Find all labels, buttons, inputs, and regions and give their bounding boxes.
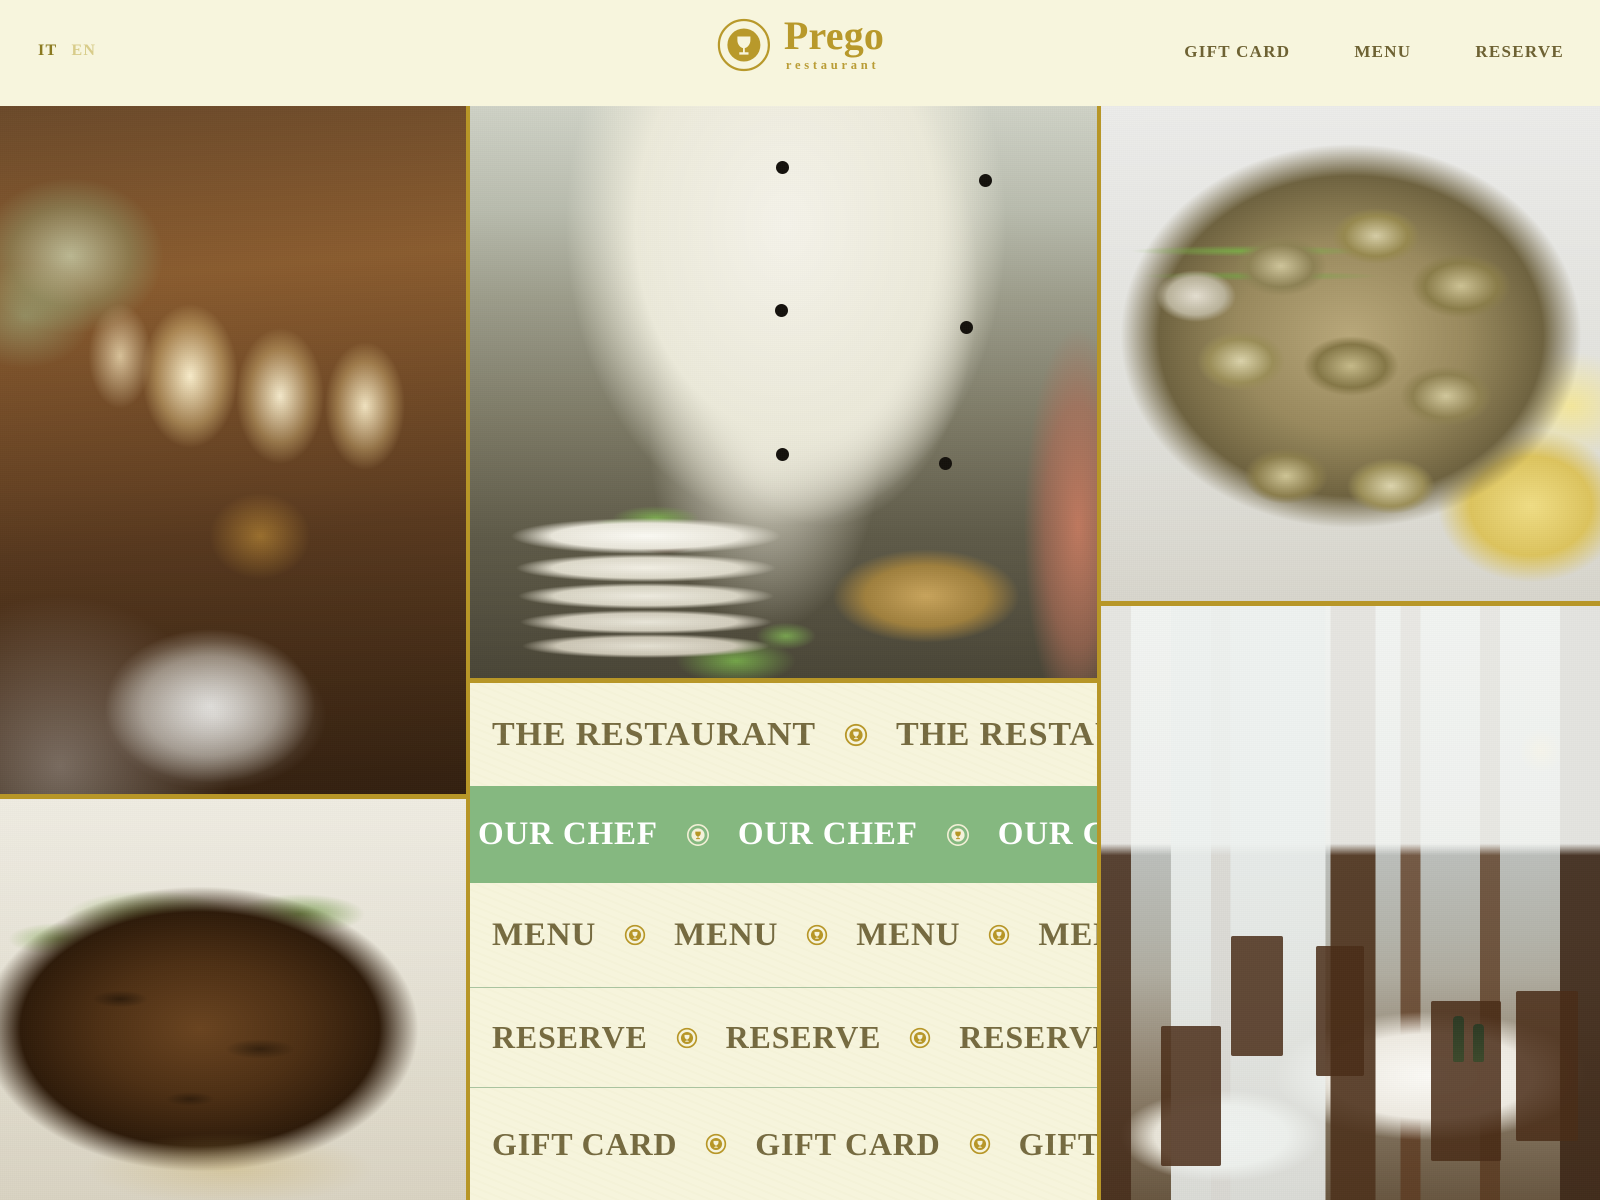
- marquee-row-the-restaurant[interactable]: THE RESTAURANT THE RESTAURANT: [466, 683, 1101, 786]
- gallery-column-right: [1101, 106, 1600, 1200]
- nav-link-gift-card[interactable]: GIFT CARD: [1184, 42, 1290, 62]
- marquee-menu: THE RESTAURANT THE RESTAURANT: [466, 683, 1101, 1200]
- divider-center-right: [1097, 106, 1101, 1200]
- marquee-label: OUR CHEF: [997, 816, 1101, 852]
- chalice-in-circle-icon: [716, 17, 772, 73]
- marquee-label: OUR CHEF: [737, 816, 918, 852]
- table-setting-photo: [0, 106, 466, 794]
- marquee-label: THE RESTAURANT: [492, 715, 816, 753]
- language-option-en[interactable]: EN: [71, 42, 96, 60]
- chalice-badge-icon: [969, 1133, 991, 1155]
- main-navigation[interactable]: GIFT CARD MENU RESERVE: [1184, 42, 1564, 62]
- marquee-label: THE RESTAURANT: [895, 715, 1101, 753]
- marquee-track: GIFT CARD GIFT CARD GIFT: [492, 1126, 1101, 1163]
- chef-coat-buttons: [466, 106, 1101, 678]
- marquee-label: MENU: [1038, 916, 1101, 953]
- chalice-badge-icon: [844, 723, 868, 747]
- logo-wordmark: Prego restaurant: [783, 13, 885, 73]
- chalice-badge-icon: [705, 1133, 727, 1155]
- site-header: IT EN Prego restaurant GIFT CARD MENU RE…: [0, 0, 1600, 106]
- brand-name: Prego: [783, 13, 885, 58]
- language-switcher[interactable]: IT EN: [38, 42, 96, 60]
- clams-dish-photo: [1101, 106, 1600, 601]
- marquee-label: RESERVE: [492, 1019, 648, 1055]
- gallery-column-left: [0, 106, 466, 1200]
- grilled-steak-photo: [0, 799, 466, 1200]
- page-root: IT EN Prego restaurant GIFT CARD MENU RE…: [0, 0, 1600, 1200]
- marquee-label: RESERVE: [959, 1019, 1101, 1055]
- site-logo[interactable]: Prego restaurant: [716, 13, 885, 73]
- gallery-tile-table-setting[interactable]: [0, 106, 466, 794]
- chalice-badge-icon: [686, 823, 710, 847]
- brand-subtitle: restaurant: [785, 58, 880, 72]
- divider-center-left: [466, 106, 470, 1200]
- gallery-tile-chef-plating[interactable]: [466, 106, 1101, 678]
- marquee-row-reserve[interactable]: RESERVE RESERVE RESERVE: [466, 988, 1101, 1088]
- marquee-track: MENU MENU MENU ME: [492, 917, 1101, 954]
- marquee-label: GIFT CARD: [492, 1125, 678, 1162]
- marquee-label: RESERVE: [725, 1019, 882, 1055]
- marquee-label: GIFT CARD: [755, 1125, 941, 1162]
- marquee-track: OUR CHEF OUR CHEF OUR C: [478, 816, 1101, 853]
- gallery-tile-grilled-steak[interactable]: [0, 799, 466, 1200]
- nav-link-reserve[interactable]: RESERVE: [1475, 42, 1564, 62]
- chalice-badge-icon: [909, 1027, 931, 1049]
- marquee-row-gift-card[interactable]: GIFT CARD GIFT CARD GIFT: [466, 1088, 1101, 1200]
- marquee-label: MENU: [492, 916, 597, 953]
- gallery-grid: THE RESTAURANT THE RESTAURANT: [0, 106, 1600, 1200]
- gallery-tile-clams-dish[interactable]: [1101, 106, 1600, 601]
- nav-link-menu[interactable]: MENU: [1354, 42, 1411, 62]
- language-option-it[interactable]: IT: [38, 42, 57, 60]
- marquee-label: OUR CHEF: [478, 816, 658, 852]
- chalice-badge-icon: [806, 924, 828, 946]
- gallery-column-center: THE RESTAURANT THE RESTAURANT: [466, 106, 1101, 1200]
- chalice-badge-icon: [676, 1027, 698, 1049]
- marquee-label: GIFT CARD: [1018, 1125, 1101, 1162]
- marquee-label: MENU: [856, 916, 961, 953]
- marquee-track: RESERVE RESERVE RESERVE: [492, 1019, 1101, 1056]
- chalice-badge-icon: [988, 924, 1010, 946]
- marquee-row-menu[interactable]: MENU MENU MENU ME: [466, 883, 1101, 988]
- chalice-badge-icon: [946, 823, 970, 847]
- marquee-label: MENU: [674, 916, 779, 953]
- marquee-row-our-chef[interactable]: OUR CHEF OUR CHEF OUR C: [466, 786, 1101, 883]
- marquee-track: THE RESTAURANT THE RESTAURANT: [492, 716, 1101, 754]
- chalice-badge-icon: [624, 924, 646, 946]
- gallery-tile-dining-room[interactable]: [1101, 606, 1600, 1200]
- dining-room-furniture: [1101, 606, 1600, 1200]
